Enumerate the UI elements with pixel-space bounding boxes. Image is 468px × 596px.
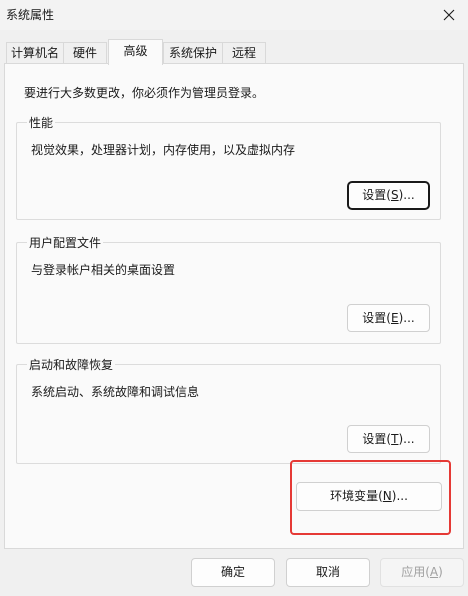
tab-label: 远程 — [231, 46, 256, 60]
button-suffix: ... — [403, 432, 415, 446]
button-label: 取消 — [315, 565, 340, 579]
performance-settings-button[interactable]: 设置(S)... — [348, 182, 429, 209]
tab-system-protection[interactable]: 系统保护 — [163, 42, 223, 64]
button-label: 设置 — [362, 432, 387, 446]
title-bar: 系统属性 — [0, 0, 468, 30]
tab-remote[interactable]: 远程 — [222, 42, 266, 64]
tab-advanced[interactable]: 高级 — [108, 39, 163, 65]
performance-title: 性能 — [27, 114, 56, 131]
button-label: 确定 — [220, 565, 245, 579]
user-profiles-settings-button[interactable]: 设置(E)... — [347, 304, 430, 332]
button-accel: A — [429, 565, 439, 579]
user-profiles-description: 与登录帐户相关的桌面设置 — [31, 263, 176, 277]
environment-variables-button[interactable]: 环境变量(N)... — [296, 482, 442, 511]
apply-button[interactable]: 应用(A) — [380, 558, 464, 587]
tab-label: 硬件 — [72, 46, 97, 60]
button-accel: T — [391, 432, 399, 446]
tab-label: 系统保护 — [168, 46, 217, 60]
user-profiles-group: 用户配置文件 与登录帐户相关的桌面设置 设置(E)... — [16, 234, 441, 344]
performance-group: 性能 视觉效果，处理器计划，内存使用，以及虚拟内存 设置(S)... — [16, 114, 441, 220]
window-title: 系统属性 — [6, 8, 55, 22]
button-label: 环境变量 — [330, 489, 379, 503]
startup-recovery-description: 系统启动、系统故障和调试信息 — [31, 385, 200, 399]
ok-button[interactable]: 确定 — [191, 558, 275, 587]
performance-description: 视觉效果，处理器计划，内存使用，以及虚拟内存 — [31, 143, 296, 157]
tab-label: 高级 — [123, 44, 148, 58]
tab-hardware[interactable]: 硬件 — [63, 42, 107, 64]
startup-recovery-settings-button[interactable]: 设置(T)... — [347, 425, 430, 453]
button-suffix: ... — [396, 489, 408, 503]
button-suffix: ... — [403, 188, 415, 202]
tab-label: 计算机名 — [10, 46, 59, 60]
cancel-button[interactable]: 取消 — [286, 558, 370, 587]
tab-computer-name[interactable]: 计算机名 — [6, 42, 64, 64]
user-profiles-title: 用户配置文件 — [27, 234, 104, 251]
button-accel: N — [382, 489, 392, 503]
button-accel: E — [390, 311, 399, 325]
button-label: 应用 — [401, 565, 426, 579]
admin-notice: 要进行大多数更改，你必须作为管理员登录。 — [24, 86, 265, 100]
close-icon[interactable] — [434, 0, 464, 30]
button-label: 设置 — [362, 188, 387, 202]
button-label: 设置 — [362, 311, 387, 325]
button-suffix: ... — [403, 311, 415, 325]
startup-recovery-title: 启动和故障恢复 — [27, 356, 116, 373]
startup-recovery-group: 启动和故障恢复 系统启动、系统故障和调试信息 设置(T)... — [16, 356, 441, 464]
button-accel: S — [390, 188, 399, 202]
